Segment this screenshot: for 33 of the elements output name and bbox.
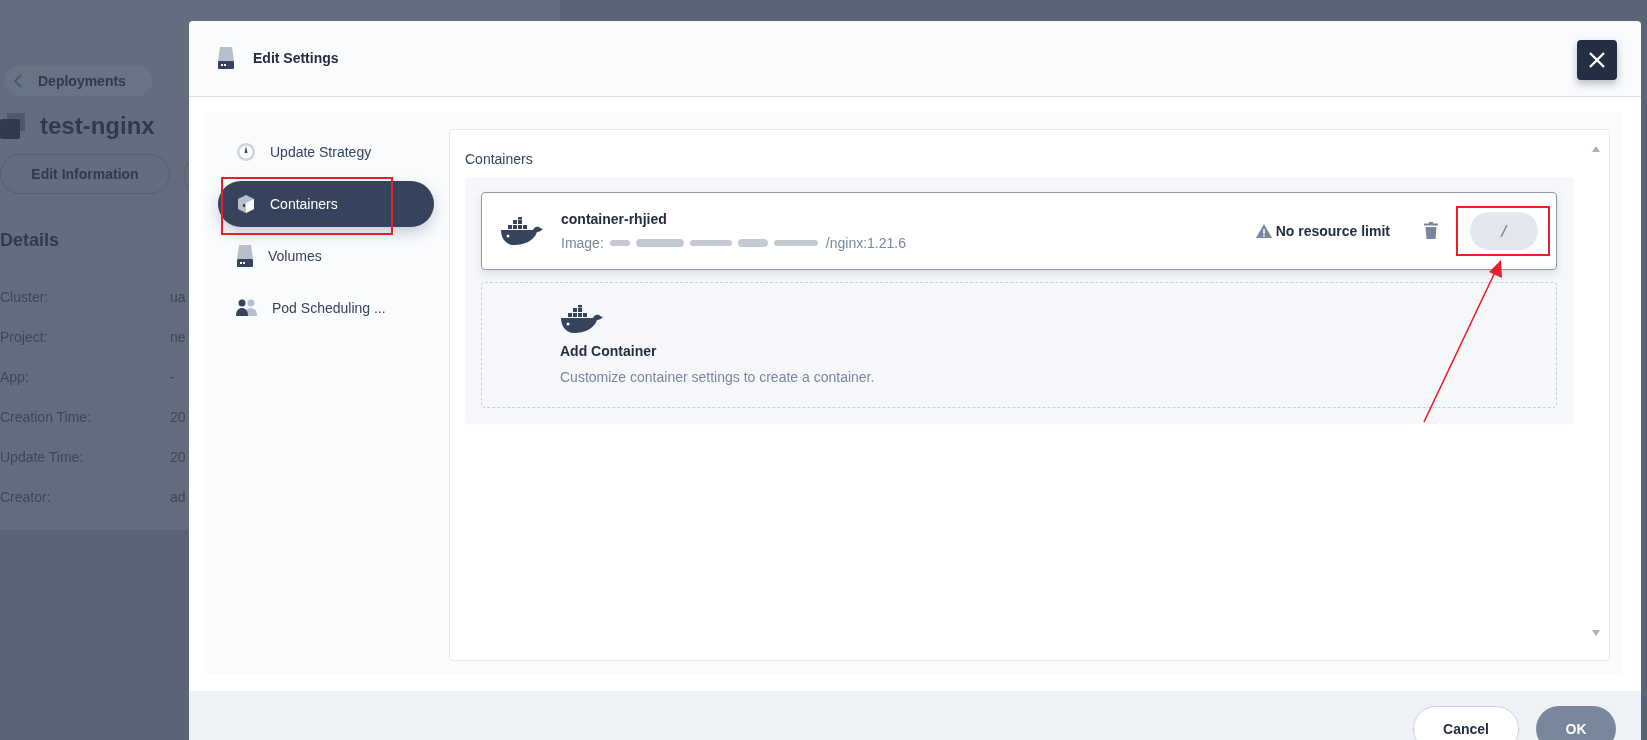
gauge-icon <box>236 141 256 162</box>
scroll-up-icon[interactable] <box>1592 145 1600 152</box>
trash-icon[interactable] <box>1424 222 1438 240</box>
sidebar-item[interactable]: Update Strategy <box>218 128 434 175</box>
people-icon <box>236 298 258 317</box>
scroll-down-icon[interactable] <box>1592 630 1600 637</box>
disk-icon <box>236 244 254 267</box>
deployment-icon <box>0 113 26 139</box>
detail-value: - <box>170 369 175 387</box>
image-name: /nginx:1.21.6 <box>825 234 906 251</box>
edit-button[interactable] <box>1470 211 1538 250</box>
section-title: Containers <box>465 150 534 167</box>
dialog-title: Edit Settings <box>253 50 339 67</box>
whale-icon <box>560 304 604 333</box>
cube-icon <box>236 193 256 214</box>
add-container-card[interactable]: Add Container Customize container settings to create a container. <box>481 281 1557 408</box>
add-container-title: Add Container <box>560 342 658 359</box>
chevron-left-icon <box>14 74 22 88</box>
add-container-description: Customize container settings to create a container. <box>560 368 876 385</box>
image-label: Image: <box>561 234 604 251</box>
whale-icon <box>500 216 544 245</box>
pencil-icon <box>1499 223 1509 238</box>
warning-icon <box>1255 223 1272 238</box>
sidebar-item[interactable]: Containers <box>218 180 434 227</box>
sidebar-item[interactable]: Pod Scheduling ... <box>218 284 434 331</box>
resource-note: No resource limit <box>1275 222 1390 239</box>
cancel-button[interactable]: Cancel <box>1413 706 1519 740</box>
disk-icon <box>217 47 235 70</box>
close-button[interactable] <box>1577 40 1617 80</box>
sidebar-item[interactable]: Volumes <box>218 232 434 279</box>
container-name: container-rhjied <box>561 210 668 227</box>
close-icon <box>1588 51 1606 69</box>
ok-button[interactable]: OK <box>1536 706 1616 740</box>
